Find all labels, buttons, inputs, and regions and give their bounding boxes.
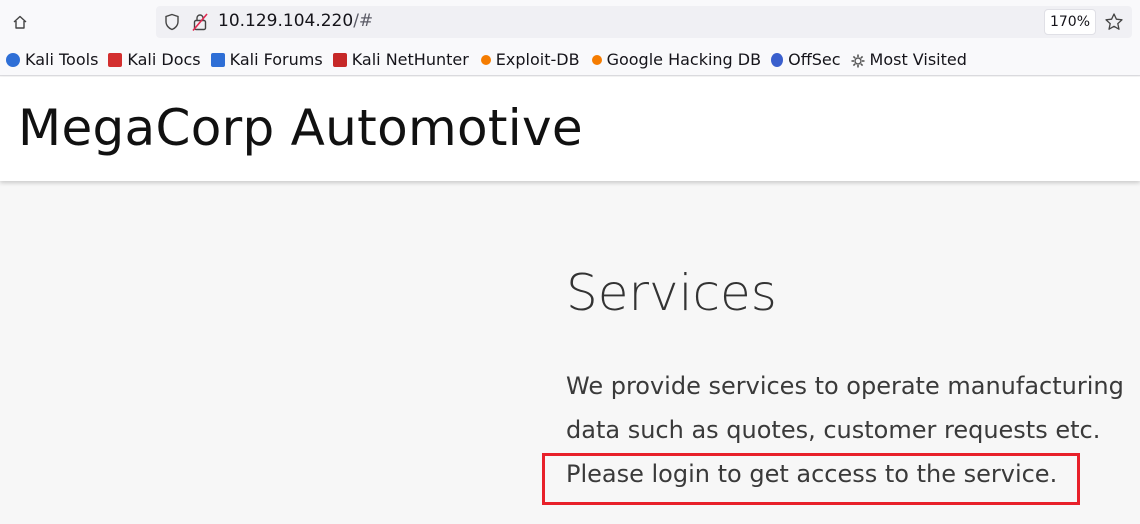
exploit-db-icon xyxy=(480,54,491,65)
site-title: MegaCorp Automotive xyxy=(18,99,583,157)
highlight-annotation xyxy=(542,453,1080,505)
bookmarks-toolbar: Kali Tools Kali Docs Kali Forums Kali Ne… xyxy=(0,44,1140,76)
gear-icon xyxy=(851,53,865,67)
bookmark-label: Most Visited xyxy=(869,50,967,69)
bookmark-label: Kali Docs xyxy=(127,50,201,69)
bookmark-label: Kali Tools xyxy=(25,50,99,69)
bookmark-label: Kali NetHunter xyxy=(351,50,469,69)
kali-forums-icon xyxy=(210,52,225,67)
bookmark-offsec[interactable]: OffSec xyxy=(771,50,841,69)
kali-tools-icon xyxy=(6,52,20,67)
bookmark-exploit-db[interactable]: Exploit-DB xyxy=(479,50,580,69)
services-line-1: We provide services to operate manufactu… xyxy=(566,372,1124,400)
site-header: MegaCorp Automotive xyxy=(0,77,1140,181)
bookmark-google-hacking-db[interactable]: Google Hacking DB xyxy=(590,50,762,69)
navigation-toolbar: 10.129.104.220/# 170% xyxy=(0,0,1140,44)
bookmark-label: Google Hacking DB xyxy=(606,50,762,69)
bookmark-label: OffSec xyxy=(788,50,841,69)
bookmark-kali-forums[interactable]: Kali Forums xyxy=(210,50,323,69)
services-line-2: data such as quotes, customer requests e… xyxy=(566,416,1101,444)
bookmark-kali-tools[interactable]: Kali Tools xyxy=(6,50,98,69)
url-path: /# xyxy=(353,11,374,31)
url-field[interactable]: 10.129.104.220/# 170% xyxy=(156,6,1132,38)
url-text[interactable]: 10.129.104.220/# xyxy=(218,11,373,31)
bookmark-kali-nethunter[interactable]: Kali NetHunter xyxy=(332,50,469,69)
home-icon[interactable] xyxy=(10,12,30,32)
tracking-shield-icon[interactable] xyxy=(164,13,180,35)
insecure-lock-icon[interactable] xyxy=(192,12,208,36)
services-heading: Services xyxy=(566,264,777,322)
url-host: 10.129.104.220 xyxy=(218,11,354,31)
kali-nethunter-icon xyxy=(332,52,347,67)
ghdb-icon xyxy=(591,54,602,65)
zoom-level-button[interactable]: 170% xyxy=(1044,9,1096,35)
bookmark-kali-docs[interactable]: Kali Docs xyxy=(108,50,201,69)
bookmark-most-visited[interactable]: Most Visited xyxy=(851,50,967,69)
kali-docs-icon xyxy=(108,52,123,67)
bookmark-label: Kali Forums xyxy=(229,50,323,69)
bookmark-label: Exploit-DB xyxy=(495,50,580,69)
offsec-icon xyxy=(771,52,784,67)
bookmark-star-icon[interactable] xyxy=(1104,12,1124,36)
